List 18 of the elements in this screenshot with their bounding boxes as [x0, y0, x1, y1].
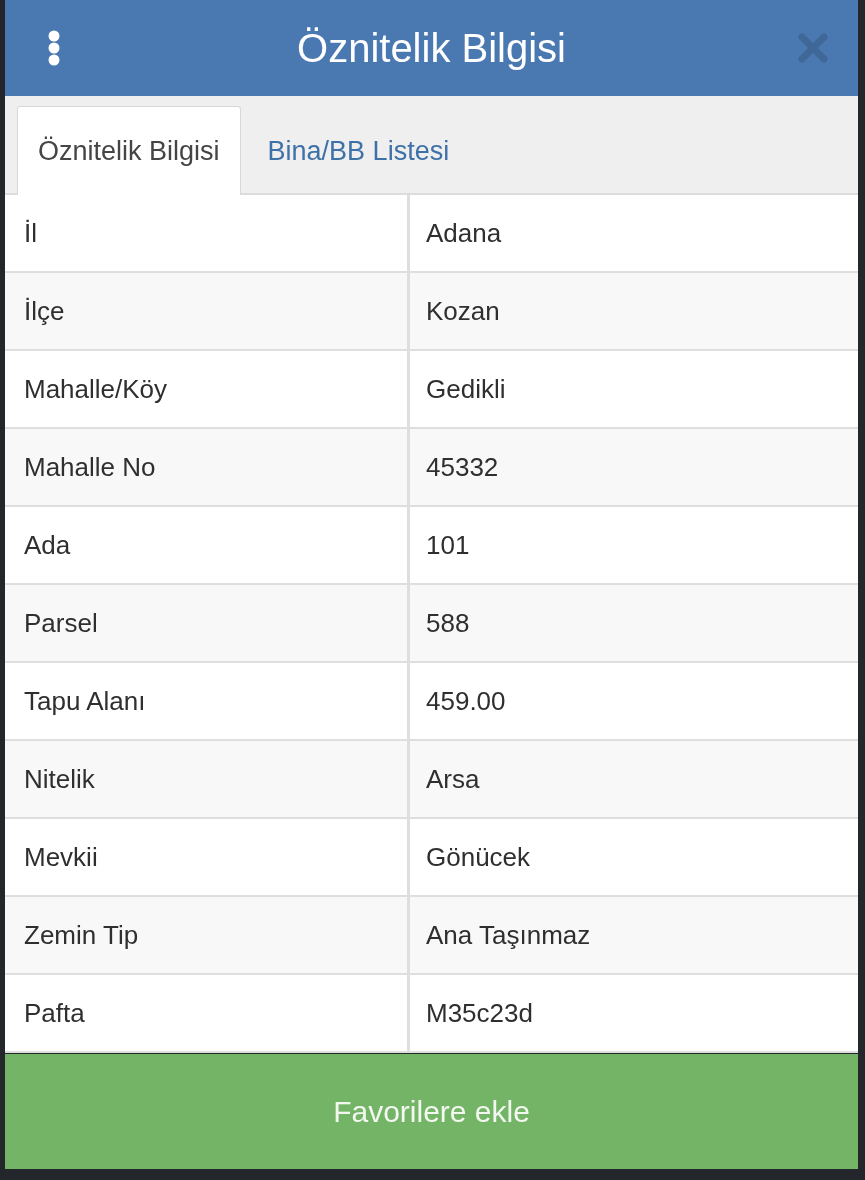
attribute-value-cell: M35c23d — [407, 975, 858, 1051]
attribute-name-cell-text: İl — [23, 216, 38, 250]
attribute-name-cell-text: Ada — [23, 528, 72, 562]
attribute-name-cell-text: Pafta — [23, 996, 86, 1030]
dialog-title: Öznitelik Bilgisi — [297, 25, 566, 72]
add-to-favorites-button[interactable]: Favorilere ekle — [5, 1054, 858, 1169]
attribute-name-cell-text: İlçe — [23, 294, 66, 328]
tab[interactable]: Öznitelik Bilgisi — [17, 106, 241, 195]
kebab-menu-icon — [48, 30, 60, 66]
close-icon — [798, 33, 828, 63]
attribute-name-cell-text: Mevkii — [23, 840, 99, 874]
attribute-name-cell-text: Zemin Tip — [23, 918, 140, 952]
attribute-name-cell-text: Parsel — [23, 606, 99, 640]
tab[interactable]: Bina/BB Listesi — [240, 106, 471, 195]
attribute-name-cell-text: Nitelik — [23, 762, 96, 796]
attribute-name-cell-text: Mahalle No — [23, 450, 157, 484]
attribute-name-cell-text: Mahalle/Köy — [23, 372, 169, 406]
attribute-name-cell-text: Tapu Alanı — [23, 684, 147, 718]
